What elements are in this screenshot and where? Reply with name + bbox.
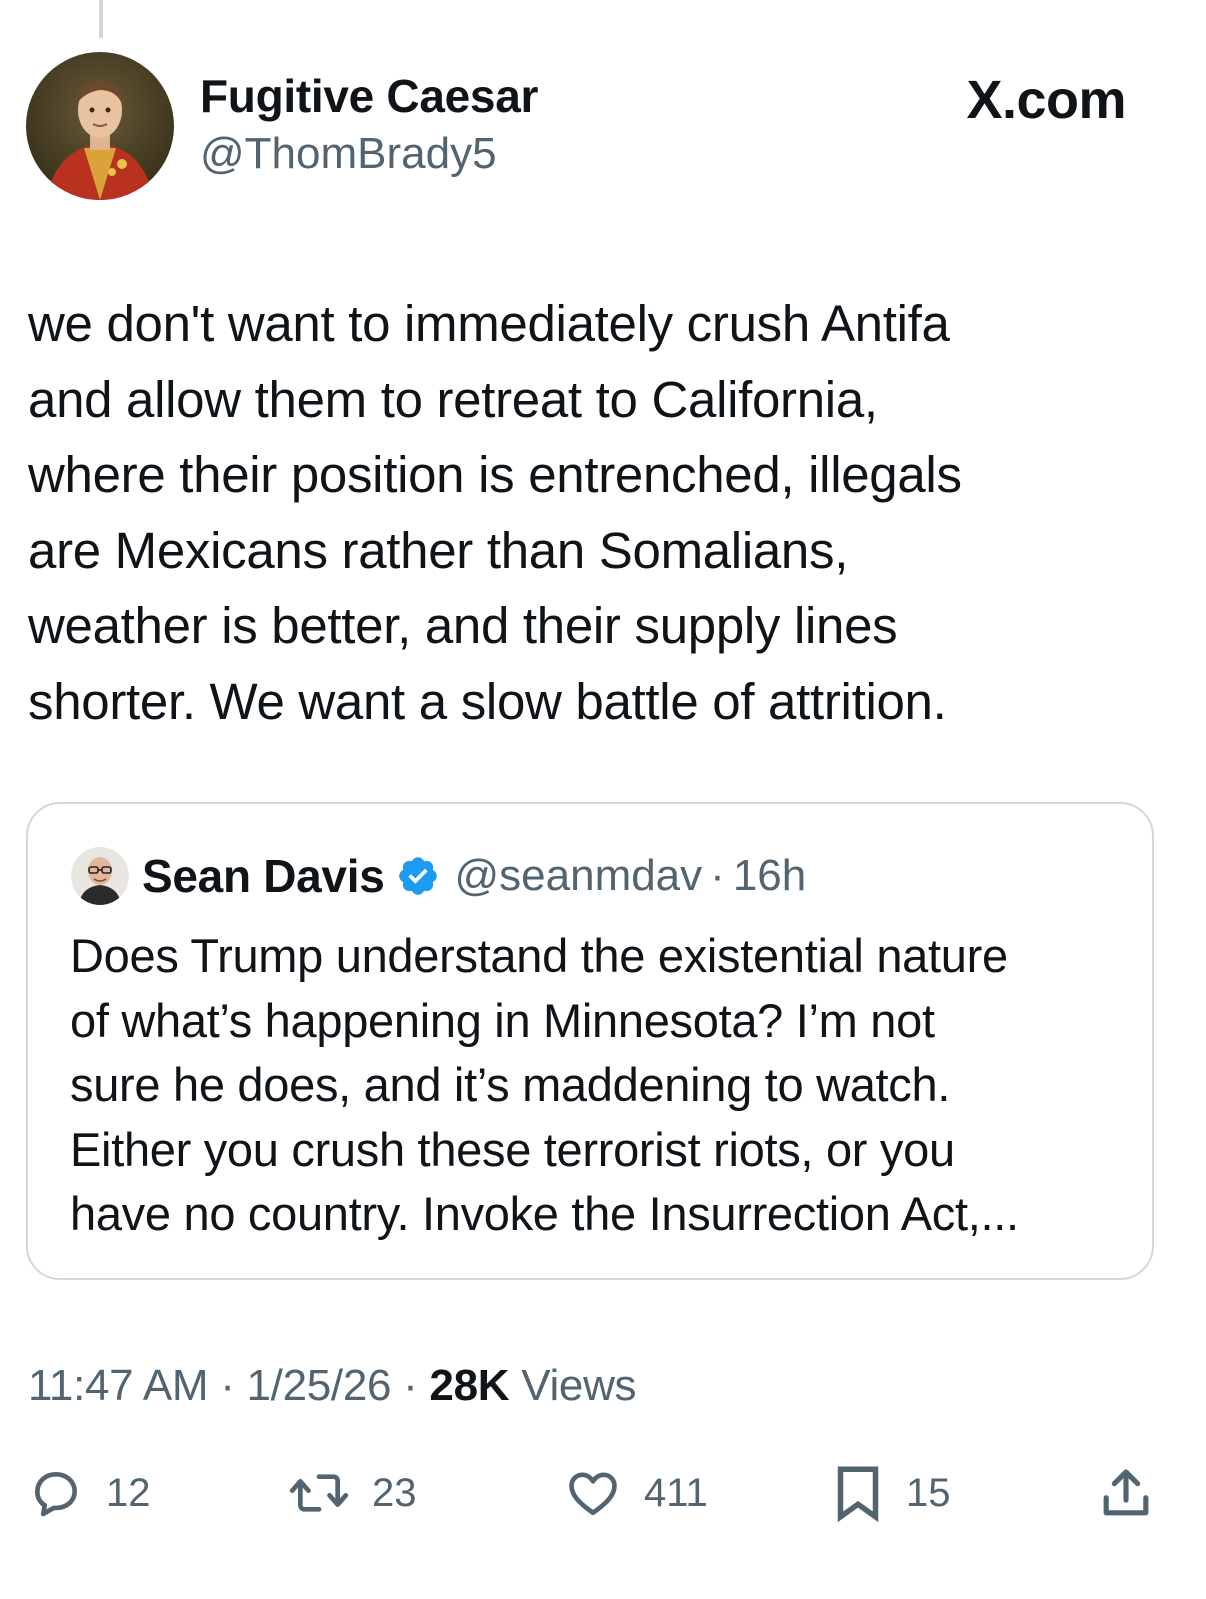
repost-count: 23 bbox=[372, 1470, 417, 1515]
like-count: 411 bbox=[644, 1470, 708, 1515]
quoted-text-line: Does Trump understand the existential na… bbox=[70, 929, 1008, 982]
tweet-text-line: we don't want to immediately crush Antif… bbox=[28, 295, 950, 352]
author-block: Fugitive Caesar @ThomBrady5 bbox=[200, 70, 538, 180]
share-icon bbox=[1103, 1469, 1149, 1516]
tweet-text-line: are Mexicans rather than Somalians, bbox=[28, 521, 849, 579]
tweet-text: we don't want to immediately crush Antif… bbox=[28, 286, 1148, 739]
tweet-date[interactable]: 1/25/26 bbox=[246, 1361, 391, 1410]
action-bar: 12 23 411 15 bbox=[0, 1458, 1206, 1528]
tweet-time[interactable]: 11:47 AM bbox=[28, 1361, 209, 1410]
tweet-text-line: where their position is entrenched, ille… bbox=[28, 446, 962, 503]
thread-connector-line bbox=[99, 0, 103, 38]
separator-dot: · bbox=[220, 1361, 235, 1410]
bookmark-button[interactable]: 15 bbox=[832, 1458, 951, 1528]
separator-dot: · bbox=[403, 1361, 418, 1410]
quoted-text-line: of what’s happening in Minnesota? I’m no… bbox=[70, 993, 935, 1047]
share-button[interactable] bbox=[1098, 1458, 1154, 1528]
quoted-text-line: sure he does, and it’s maddening to watc… bbox=[70, 1058, 951, 1111]
views-count[interactable]: 28K bbox=[429, 1361, 509, 1410]
author-handle[interactable]: @ThomBrady5 bbox=[200, 128, 538, 180]
quoted-author-name[interactable]: Sean Davis bbox=[142, 849, 385, 903]
views-label: Views bbox=[521, 1361, 637, 1410]
bookmark-icon bbox=[837, 1466, 879, 1523]
quoted-tweet-text: Does Trump understand the existential na… bbox=[70, 924, 1130, 1247]
repost-icon bbox=[289, 1474, 349, 1512]
quoted-tweet-header: Sean Davis @seanmdav · 16h bbox=[142, 846, 806, 906]
quoted-tweet-card[interactable]: Sean Davis @seanmdav · 16h Does Trump un… bbox=[26, 802, 1154, 1280]
quoted-text-line: have no country. Invoke the Insurrection… bbox=[70, 1187, 1019, 1240]
quoted-author-avatar[interactable] bbox=[71, 847, 129, 905]
like-button[interactable]: 411 bbox=[564, 1458, 708, 1528]
verified-badge-icon bbox=[396, 854, 440, 898]
separator-dot: · bbox=[710, 851, 725, 900]
heart-icon bbox=[569, 1472, 617, 1516]
tweet-text-line: shorter. We want a slow battle of attrit… bbox=[28, 672, 947, 730]
tweet-meta: 11:47 AM · 1/25/26 · 28K Views bbox=[28, 1356, 637, 1416]
quoted-text-line: Either you crush these terrorist riots, … bbox=[70, 1122, 955, 1176]
x-com-watermark: X.com bbox=[966, 70, 1126, 130]
quoted-tweet-age[interactable]: 16h bbox=[733, 851, 806, 901]
repost-button[interactable]: 23 bbox=[288, 1458, 417, 1528]
reply-count: 12 bbox=[106, 1470, 151, 1515]
bookmark-count: 15 bbox=[906, 1470, 951, 1515]
author-avatar[interactable] bbox=[26, 52, 174, 200]
tweet-text-line: and allow them to retreat to California, bbox=[28, 370, 878, 428]
reply-icon bbox=[35, 1472, 77, 1517]
quoted-author-handle[interactable]: @seanmdav bbox=[454, 851, 702, 901]
reply-button[interactable]: 12 bbox=[28, 1458, 151, 1528]
tweet-text-line: weather is better, and their supply line… bbox=[28, 597, 898, 654]
author-name[interactable]: Fugitive Caesar bbox=[200, 70, 538, 122]
